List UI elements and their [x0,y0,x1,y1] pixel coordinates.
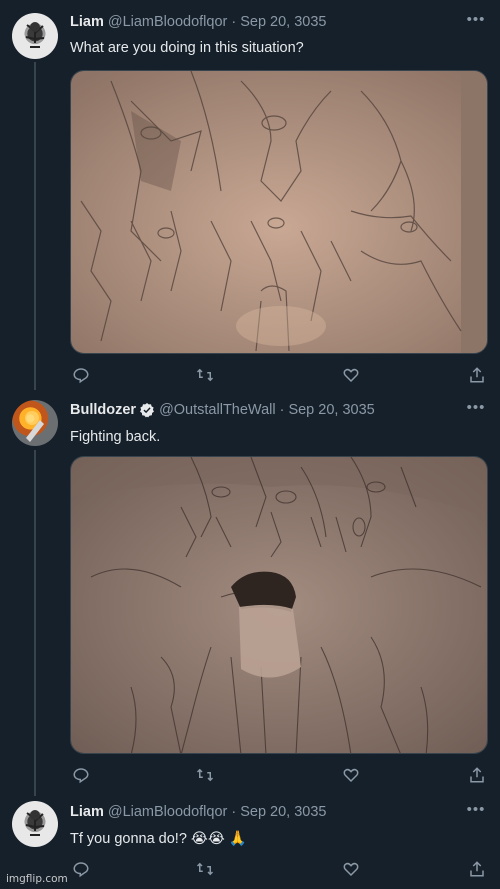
reply-icon[interactable] [72,860,90,878]
tweet-actions [70,860,490,880]
avatar[interactable] [12,801,58,847]
avatar[interactable] [12,13,58,59]
display-name[interactable]: Liam [70,804,104,820]
tweet-header: Liam @LiamBloodoflqor · Sep 20, 3035 [70,802,326,822]
tweet-media[interactable] [70,70,488,354]
share-icon[interactable] [468,766,486,784]
verified-badge-icon [140,403,154,418]
retweet-icon[interactable] [196,366,214,384]
user-handle[interactable]: @OutstallTheWall [159,402,276,418]
display-name[interactable]: Liam [70,14,104,30]
timestamp[interactable]: Sep 20, 3035 [288,402,374,418]
tweet-text: What are you doing in this situation? [70,40,304,56]
tweet-header: Bulldozer @OutstallTheWall · Sep 20, 303… [70,400,375,420]
drawing-image [71,71,487,353]
share-icon[interactable] [468,860,486,878]
tweet-3[interactable]: Liam @LiamBloodoflqor · Sep 20, 3035 •••… [0,790,500,889]
more-options-icon[interactable]: ••• [466,12,486,27]
tweet-text: Tf you gonna do!? 😭😭 🙏 [70,831,247,847]
tweet-2[interactable]: Bulldozer @OutstallTheWall · Sep 20, 303… [0,390,500,790]
separator-dot: · [231,14,237,30]
tweet-header: Liam @LiamBloodoflqor · Sep 20, 3035 [70,12,326,32]
drawing-image [71,457,487,753]
like-icon[interactable] [342,860,360,878]
user-handle[interactable]: @LiamBloodoflqor [108,804,228,820]
share-icon[interactable] [468,366,486,384]
tweet-actions [70,766,490,786]
display-name[interactable]: Bulldozer [70,402,136,418]
separator-dot: · [231,804,237,820]
avatar[interactable] [12,400,58,446]
tweet-actions [70,366,490,386]
retweet-icon[interactable] [196,860,214,878]
timestamp[interactable]: Sep 20, 3035 [240,14,326,30]
retweet-icon[interactable] [196,766,214,784]
reply-icon[interactable] [72,766,90,784]
more-options-icon[interactable]: ••• [466,802,486,817]
separator-dot: · [279,402,285,418]
timestamp[interactable]: Sep 20, 3035 [240,804,326,820]
like-icon[interactable] [342,366,360,384]
tweet-1[interactable]: Liam @LiamBloodoflqor · Sep 20, 3035 •••… [0,0,500,390]
user-handle[interactable]: @LiamBloodoflqor [108,14,228,30]
tweet-text: Fighting back. [70,429,161,445]
watermark: imgflip.com [6,873,68,885]
more-options-icon[interactable]: ••• [466,400,486,415]
tweet-media[interactable] [70,456,488,754]
like-icon[interactable] [342,766,360,784]
reply-icon[interactable] [72,366,90,384]
